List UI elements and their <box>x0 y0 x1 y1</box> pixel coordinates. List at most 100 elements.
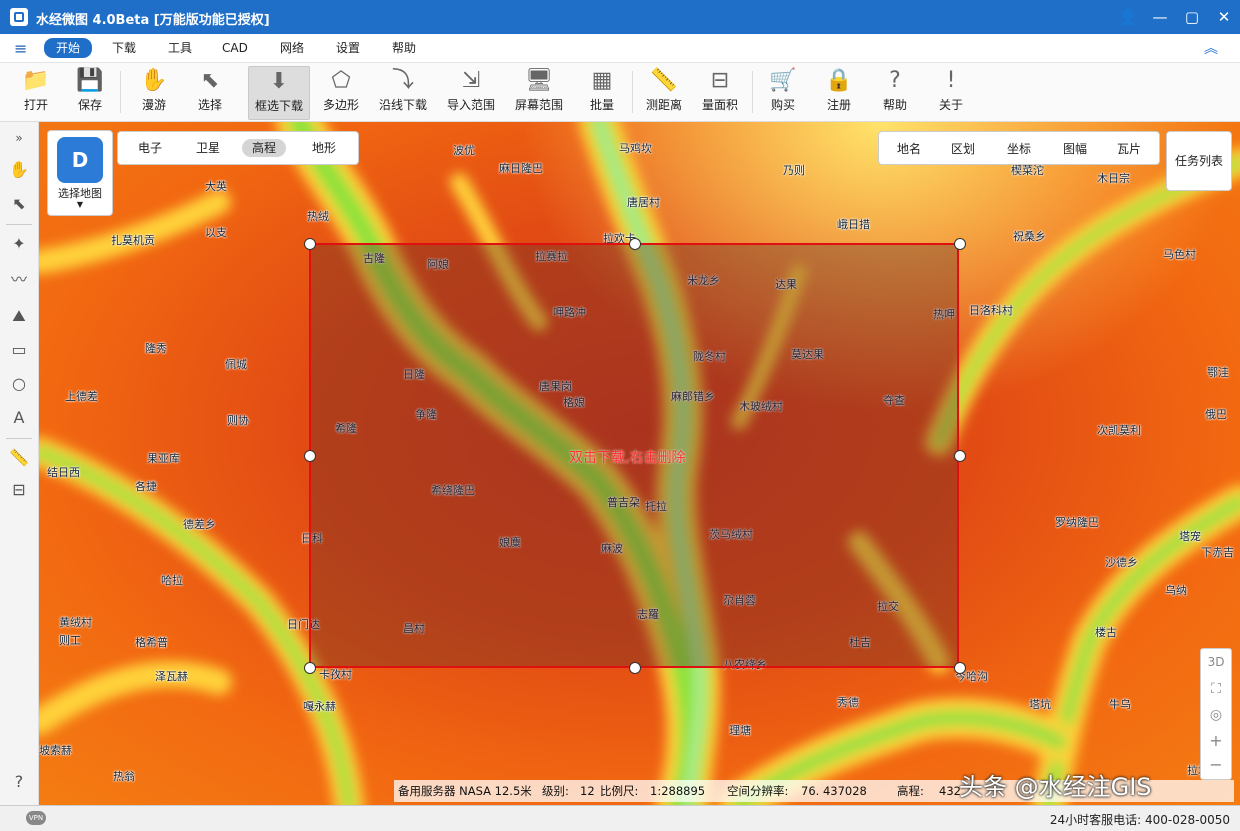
measure-distance-button[interactable]: 📏 测距离 <box>640 66 688 118</box>
place-label: 塔坑 <box>1029 698 1051 711</box>
download-selection-box[interactable]: 双击下载,右击删除 <box>309 243 959 668</box>
place-label: 罗纳隆巴 <box>1055 516 1099 529</box>
batch-button[interactable]: ▦ 批量 <box>580 66 624 118</box>
selection-handle-bottom[interactable] <box>629 662 641 674</box>
place-label: 俄巴 <box>1205 408 1227 421</box>
selection-handle-top-right[interactable] <box>954 238 966 250</box>
maximize-button[interactable]: ▢ <box>1176 0 1208 34</box>
text-label-icon[interactable]: A <box>6 406 32 430</box>
selection-handle-left[interactable] <box>304 450 316 462</box>
menu-settings[interactable]: 设置 <box>336 39 360 57</box>
menu-help[interactable]: 帮助 <box>392 39 416 57</box>
choose-map-button[interactable]: D 选择地图 ▼ <box>47 130 113 216</box>
save-button[interactable]: 💾 保存 <box>68 66 112 118</box>
selection-handle-top[interactable] <box>629 238 641 250</box>
map-type-terrain[interactable]: 地形 <box>302 139 346 157</box>
hamburger-icon[interactable]: ≡ <box>14 39 27 58</box>
buy-button[interactable]: 🛒 购买 <box>760 66 806 118</box>
measure-area-button[interactable]: ⊟ 量面积 <box>696 66 744 118</box>
help-icon[interactable]: ? <box>6 770 32 794</box>
pointer-icon[interactable]: ⬉ <box>6 192 32 216</box>
toolbar: 📁 打开 💾 保存 ✋ 漫游 ⬉ 选择 ⬇ 框选下载 ⬠ 多边形 ⤵ 沿线下载 ⇲ 导入范围 🖥… <box>0 63 1240 122</box>
collapse-ribbon-icon[interactable]: ︽ <box>1204 38 1218 58</box>
draw-point-icon[interactable]: ✦ <box>6 232 32 256</box>
elevation-label: 高程: <box>897 784 924 798</box>
menu-bar: ≡ 开始 下载 工具 CAD 网络 设置 帮助 ︽ <box>0 34 1240 63</box>
minimize-button[interactable]: — <box>1144 0 1176 34</box>
elevation-value: 432 <box>939 784 961 798</box>
place-label: 牛乌 <box>1109 698 1131 711</box>
fullscreen-icon[interactable]: ⛶ <box>1201 681 1231 697</box>
selection-handle-right[interactable] <box>954 450 966 462</box>
overlay-sheets[interactable]: 图幅 <box>1063 140 1087 157</box>
hand-icon: ✋ <box>140 68 168 93</box>
help-button[interactable]: ? 帮助 <box>872 66 918 118</box>
about-button[interactable]: ! 关于 <box>928 66 974 118</box>
close-button[interactable]: ✕ <box>1208 0 1240 34</box>
line-download-icon: ⤵ <box>391 68 414 93</box>
place-label: 隆秀 <box>145 342 167 355</box>
menu-cad[interactable]: CAD <box>222 39 248 57</box>
draw-rectangle-icon[interactable]: ▭ <box>6 338 32 362</box>
place-label: 扎莫机贡 <box>111 234 155 247</box>
map-controls: 3D ⛶ ◎ + − <box>1200 648 1232 780</box>
overlay-boundaries[interactable]: 区划 <box>951 140 975 157</box>
service-hotline: 24小时客服电话: 400-028-0050 <box>1049 813 1230 827</box>
menu-download[interactable]: 下载 <box>112 39 136 57</box>
polygon-button[interactable]: ⬠ 多边形 <box>318 66 364 118</box>
place-label: 德差乡 <box>183 518 216 531</box>
map-type-elevation[interactable]: 高程 <box>242 139 287 157</box>
select-button[interactable]: ⬉ 选择 <box>188 66 232 118</box>
level-value: 12 <box>580 784 595 798</box>
place-label: 乌纳 <box>1165 584 1187 597</box>
window-title: 水经微图 4.0Beta [万能版功能已授权] <box>36 13 270 28</box>
overlay-place-names[interactable]: 地名 <box>897 140 921 157</box>
box-download-button[interactable]: ⬇ 框选下载 <box>248 66 310 120</box>
place-label: 日洛科村 <box>969 304 1013 317</box>
selection-handle-bottom-right[interactable] <box>954 662 966 674</box>
overlay-tiles[interactable]: 瓦片 <box>1117 140 1141 157</box>
ruler-icon[interactable]: 📏 <box>6 446 32 470</box>
overlay-coordinates[interactable]: 坐标 <box>1007 140 1031 157</box>
menu-network[interactable]: 网络 <box>280 39 304 57</box>
place-label: 秀德 <box>837 696 859 709</box>
3d-toggle-button[interactable]: 3D <box>1201 655 1231 669</box>
line-download-button[interactable]: ⤵ 沿线下载 <box>374 66 432 118</box>
user-icon[interactable]: 👤 <box>1112 0 1144 34</box>
draw-line-icon[interactable]: 〰 <box>6 268 32 292</box>
place-label: 下赤吉 <box>1201 546 1234 559</box>
pointer-icon: ⬉ <box>200 68 220 93</box>
place-label: 楼古 <box>1095 626 1117 639</box>
import-range-button[interactable]: ⇲ 导入范围 <box>442 66 500 118</box>
vpn-icon[interactable]: VPN <box>26 811 46 825</box>
place-label: 塔宠 <box>1179 530 1201 543</box>
expand-sidebar-icon[interactable]: » <box>6 126 32 150</box>
area-icon[interactable]: ⊟ <box>6 478 32 502</box>
selection-handle-top-left[interactable] <box>304 238 316 250</box>
map-view[interactable]: 波优 马鸡坎 麻日隆巴 乃则 大英 唐居村 热绒 峨日措 扎莫机贡 以支 拉欢卡… <box>39 122 1240 805</box>
selection-handle-bottom-left[interactable] <box>304 662 316 674</box>
batch-icon: ▦ <box>591 68 613 93</box>
draw-polygon-icon[interactable]: ⛰ <box>6 304 32 328</box>
zoom-out-button[interactable]: − <box>1201 755 1231 774</box>
draw-circle-icon[interactable]: ○ <box>6 372 32 396</box>
polygon-icon: ⬠ <box>331 68 351 93</box>
task-list-button[interactable]: 任务列表 <box>1166 131 1232 191</box>
hand-icon[interactable]: ✋ <box>6 158 32 182</box>
map-type-electronic[interactable]: 电子 <box>128 139 172 157</box>
chevron-down-icon: ▼ <box>76 200 84 209</box>
zoom-in-button[interactable]: + <box>1201 731 1231 750</box>
map-type-satellite[interactable]: 卫星 <box>186 139 230 157</box>
import-icon: ⇲ <box>461 68 481 93</box>
locate-icon[interactable]: ◎ <box>1201 707 1231 723</box>
menu-tools[interactable]: 工具 <box>168 39 192 57</box>
menu-start[interactable]: 开始 <box>44 38 93 58</box>
pan-button[interactable]: ✋ 漫游 <box>132 66 176 118</box>
register-button[interactable]: 🔒 注册 <box>816 66 862 118</box>
screen-range-button[interactable]: 🖥 屏幕范围 <box>510 66 568 118</box>
bottom-status-bar: VPN 24小时客服电话: 400-028-0050 <box>0 805 1240 831</box>
scale-label: 比例尺: <box>600 784 639 798</box>
server-status: 备用服务器 NASA 12.5米 <box>398 784 532 798</box>
open-button[interactable]: 📁 打开 <box>14 66 58 118</box>
overlay-toggles: 地名 区划 坐标 图幅 瓦片 <box>878 131 1160 165</box>
